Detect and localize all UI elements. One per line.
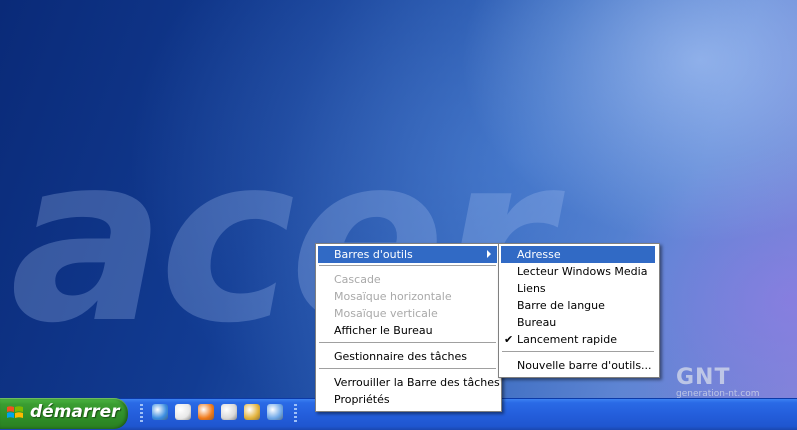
submenu-item-desktop[interactable]: Bureau	[501, 314, 556, 331]
menu-item-toolbars[interactable]: Barres d'outils	[318, 246, 497, 263]
menu-item-properties[interactable]: Propriétés	[318, 391, 390, 408]
menu-item-cascade[interactable]: Cascade	[318, 271, 381, 288]
submenu-item-language-bar[interactable]: Barre de langue	[501, 297, 605, 314]
gnt-watermark: GNT generation-nt.com	[676, 365, 760, 400]
menu-separator	[319, 368, 496, 369]
paint-icon[interactable]	[244, 404, 260, 420]
start-button[interactable]: démarrer	[0, 398, 128, 429]
menu-separator	[502, 351, 654, 352]
menu-item-show-desktop[interactable]: Afficher le Bureau	[318, 322, 433, 339]
submenu-item-windows-media-player[interactable]: Lecteur Windows Media	[501, 263, 647, 280]
toolbar-grip[interactable]	[140, 404, 143, 424]
menu-separator	[319, 342, 496, 343]
menu-item-tile-horizontal[interactable]: Mosaïque horizontale	[318, 288, 452, 305]
ie-icon[interactable]	[152, 404, 168, 420]
archive-icon[interactable]	[221, 404, 237, 420]
toolbars-submenu: Adresse Lecteur Windows Media Liens Barr…	[498, 243, 660, 378]
document-icon[interactable]	[267, 404, 283, 420]
menu-item-label: Barres d'outils	[334, 248, 413, 261]
submenu-item-new-toolbar[interactable]: Nouvelle barre d'outils...	[501, 357, 652, 374]
menu-item-label: Lancement rapide	[517, 333, 617, 346]
menu-item-lock-taskbar[interactable]: Verrouiller la Barre des tâches	[318, 374, 500, 391]
windows-flag-icon	[7, 406, 23, 418]
menu-separator	[319, 265, 496, 266]
menu-item-tile-vertical[interactable]: Mosaïque verticale	[318, 305, 438, 322]
menu-item-task-manager[interactable]: Gestionnaire des tâches	[318, 348, 467, 365]
submenu-item-address[interactable]: Adresse	[501, 246, 655, 263]
checkmark-icon: ✔	[504, 333, 514, 346]
printer-icon[interactable]	[175, 404, 191, 420]
firefox-icon[interactable]	[198, 404, 214, 420]
submenu-item-links[interactable]: Liens	[501, 280, 546, 297]
gnt-logo: GNT	[676, 365, 731, 390]
submenu-item-quick-launch[interactable]: ✔ Lancement rapide	[501, 331, 617, 348]
start-label: démarrer	[30, 402, 120, 422]
submenu-arrow-icon	[487, 250, 491, 258]
toolbar-grip[interactable]	[294, 404, 297, 424]
taskbar-context-menu: Barres d'outils Cascade Mosaïque horizon…	[315, 243, 502, 412]
